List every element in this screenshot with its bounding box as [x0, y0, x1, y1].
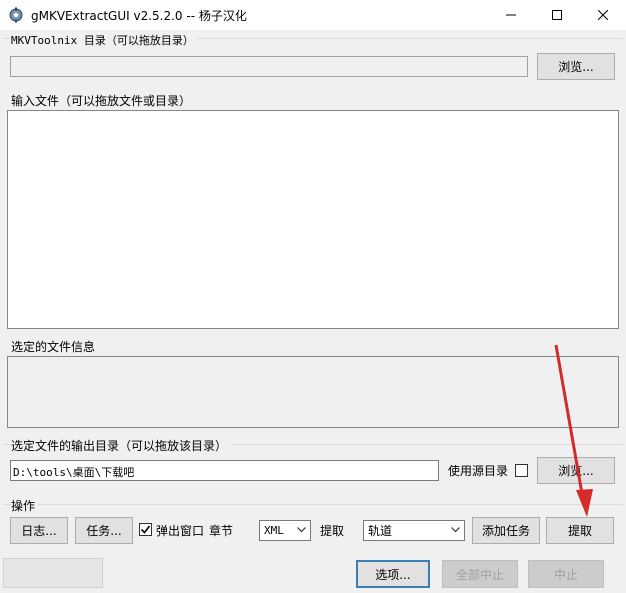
file-info-label: 选定的文件信息	[11, 340, 96, 354]
maximize-button[interactable]	[534, 0, 580, 30]
toolnix-browse-button[interactable]: 浏览...	[537, 53, 615, 80]
file-info-box	[7, 356, 619, 428]
chapter-format-value: XML	[264, 524, 284, 537]
minimize-icon	[506, 14, 516, 16]
toolnix-label: MKVToolnix 目录（可以拖放目录）	[11, 32, 197, 48]
options-button[interactable]: 选项...	[356, 560, 430, 588]
output-dir-input[interactable]: D:\tools\桌面\下载吧	[10, 460, 439, 481]
abort-all-button[interactable]: 全部中止	[442, 560, 518, 588]
progress-bar	[3, 558, 103, 588]
abort-button[interactable]: 中止	[528, 560, 604, 588]
extract-type-label: 提取	[320, 524, 345, 538]
input-files-list[interactable]	[7, 110, 619, 329]
extract-type-select[interactable]: 轨道	[363, 520, 465, 541]
toolnix-path-field[interactable]	[10, 56, 528, 77]
maximize-icon	[552, 10, 562, 20]
output-dir-label: 选定文件的输出目录（可以拖放该目录）	[11, 437, 231, 454]
chapter-label: 章节	[209, 524, 234, 538]
use-source-dir-label: 使用源目录	[448, 464, 509, 478]
minimize-button[interactable]	[488, 0, 534, 30]
chevron-down-icon	[297, 527, 306, 533]
chapter-format-select[interactable]: XML	[259, 520, 311, 541]
popup-checkbox[interactable]	[139, 523, 152, 536]
actions-label: 操作	[11, 497, 39, 514]
window-title: gMKVExtractGUI v2.5.2.0 -- 杨子汉化	[31, 9, 247, 23]
log-button[interactable]: 日志...	[10, 517, 68, 544]
app-icon	[8, 7, 24, 23]
output-browse-button[interactable]: 浏览...	[537, 457, 615, 484]
add-task-button[interactable]: 添加任务	[472, 517, 540, 544]
chevron-down-icon	[451, 527, 460, 533]
use-source-dir-checkbox[interactable]	[515, 464, 528, 477]
checkmark-icon	[140, 525, 151, 534]
popup-label: 弹出窗口	[156, 524, 205, 538]
tasks-button[interactable]: 任务...	[75, 517, 133, 544]
close-icon	[598, 10, 608, 20]
extract-button[interactable]: 提取	[546, 517, 614, 544]
close-button[interactable]	[580, 0, 626, 30]
input-files-label: 输入文件（可以拖放文件或目录）	[11, 94, 192, 108]
extract-type-value: 轨道	[368, 524, 393, 538]
